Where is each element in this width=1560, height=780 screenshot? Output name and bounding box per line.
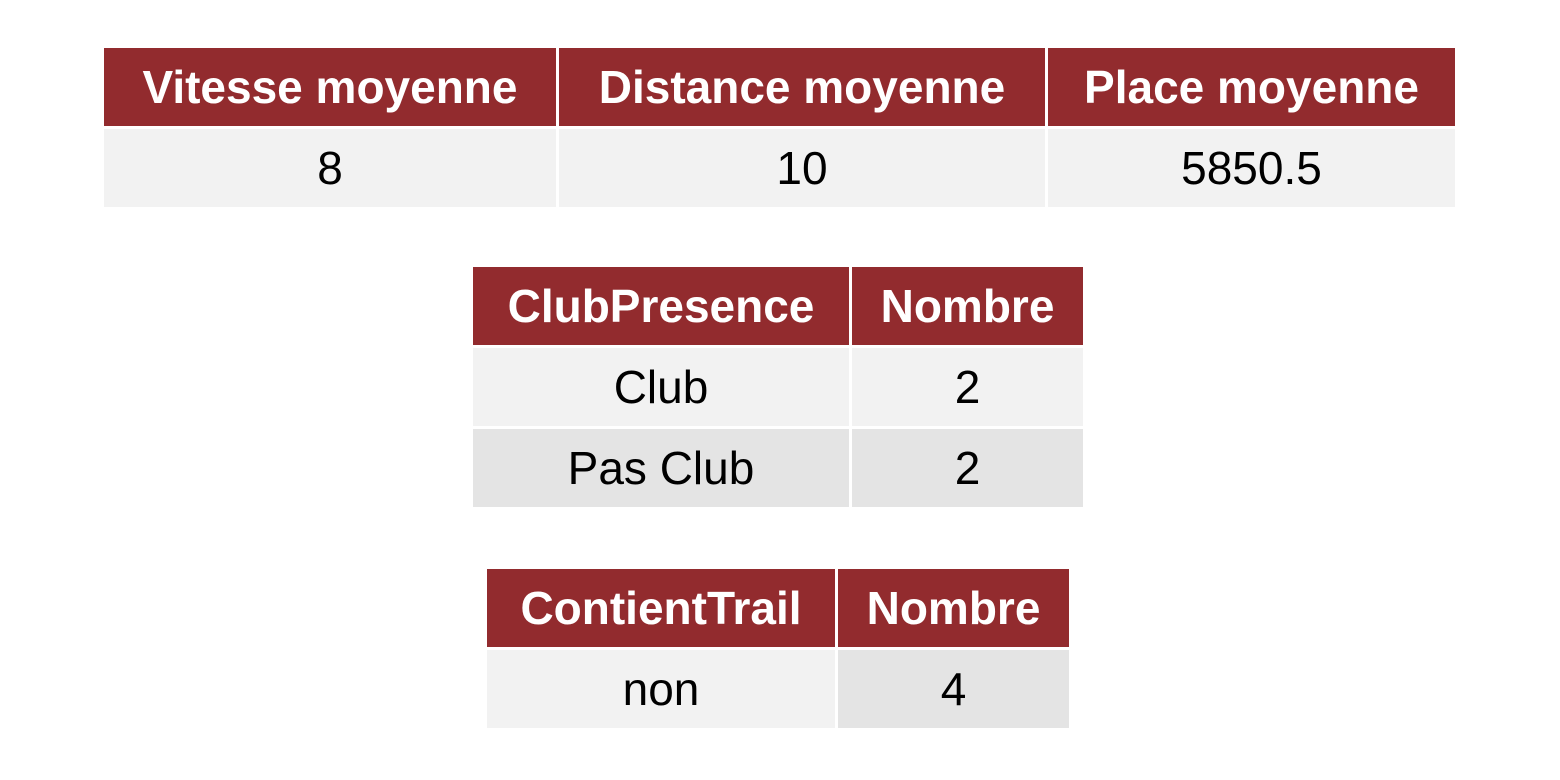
summary-header-row: Vitesse moyenne Distance moyenne Place m… (104, 48, 1455, 126)
club-header-row: ClubPresence Nombre (473, 267, 1083, 345)
header-place-moyenne: Place moyenne (1048, 48, 1455, 126)
table-row: non 4 (487, 650, 1069, 728)
table-row: Club 2 (473, 348, 1083, 426)
contient-trail-table: ContientTrail Nombre non 4 (484, 566, 1072, 731)
header-nombre: Nombre (838, 569, 1069, 647)
summary-table: Vitesse moyenne Distance moyenne Place m… (101, 45, 1458, 210)
table-row: 8 10 5850.5 (104, 129, 1455, 207)
header-distance-moyenne: Distance moyenne (559, 48, 1045, 126)
club-presence-table: ClubPresence Nombre Club 2 Pas Club 2 (470, 264, 1086, 510)
cell-nombre: 2 (852, 348, 1083, 426)
cell-nombre: 4 (838, 650, 1069, 728)
header-club-presence: ClubPresence (473, 267, 849, 345)
cell-place-moyenne: 5850.5 (1048, 129, 1455, 207)
header-nombre: Nombre (852, 267, 1083, 345)
table-row: Pas Club 2 (473, 429, 1083, 507)
header-vitesse-moyenne: Vitesse moyenne (104, 48, 556, 126)
cell-distance-moyenne: 10 (559, 129, 1045, 207)
cell-nombre: 2 (852, 429, 1083, 507)
cell-vitesse-moyenne: 8 (104, 129, 556, 207)
trail-header-row: ContientTrail Nombre (487, 569, 1069, 647)
cell-club-presence: Pas Club (473, 429, 849, 507)
cell-club-presence: Club (473, 348, 849, 426)
header-contient-trail: ContientTrail (487, 569, 835, 647)
cell-contient-trail: non (487, 650, 835, 728)
